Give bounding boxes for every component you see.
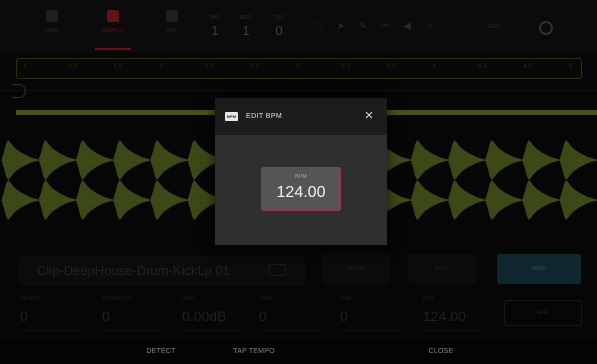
bpm-field-value: 124.00 [276, 184, 326, 201]
dialog-header: BPM EDIT BPM × [215, 98, 387, 135]
bpm-field-label: BPM [295, 174, 307, 180]
close-icon[interactable]: × [360, 107, 378, 125]
bpm-icon: BPM [225, 112, 238, 121]
dialog-title: EDIT BPM [246, 113, 283, 120]
edit-bpm-dialog: BPM EDIT BPM × BPM 124.00 [215, 98, 387, 245]
bpm-field[interactable]: BPM 124.00 [261, 167, 341, 211]
